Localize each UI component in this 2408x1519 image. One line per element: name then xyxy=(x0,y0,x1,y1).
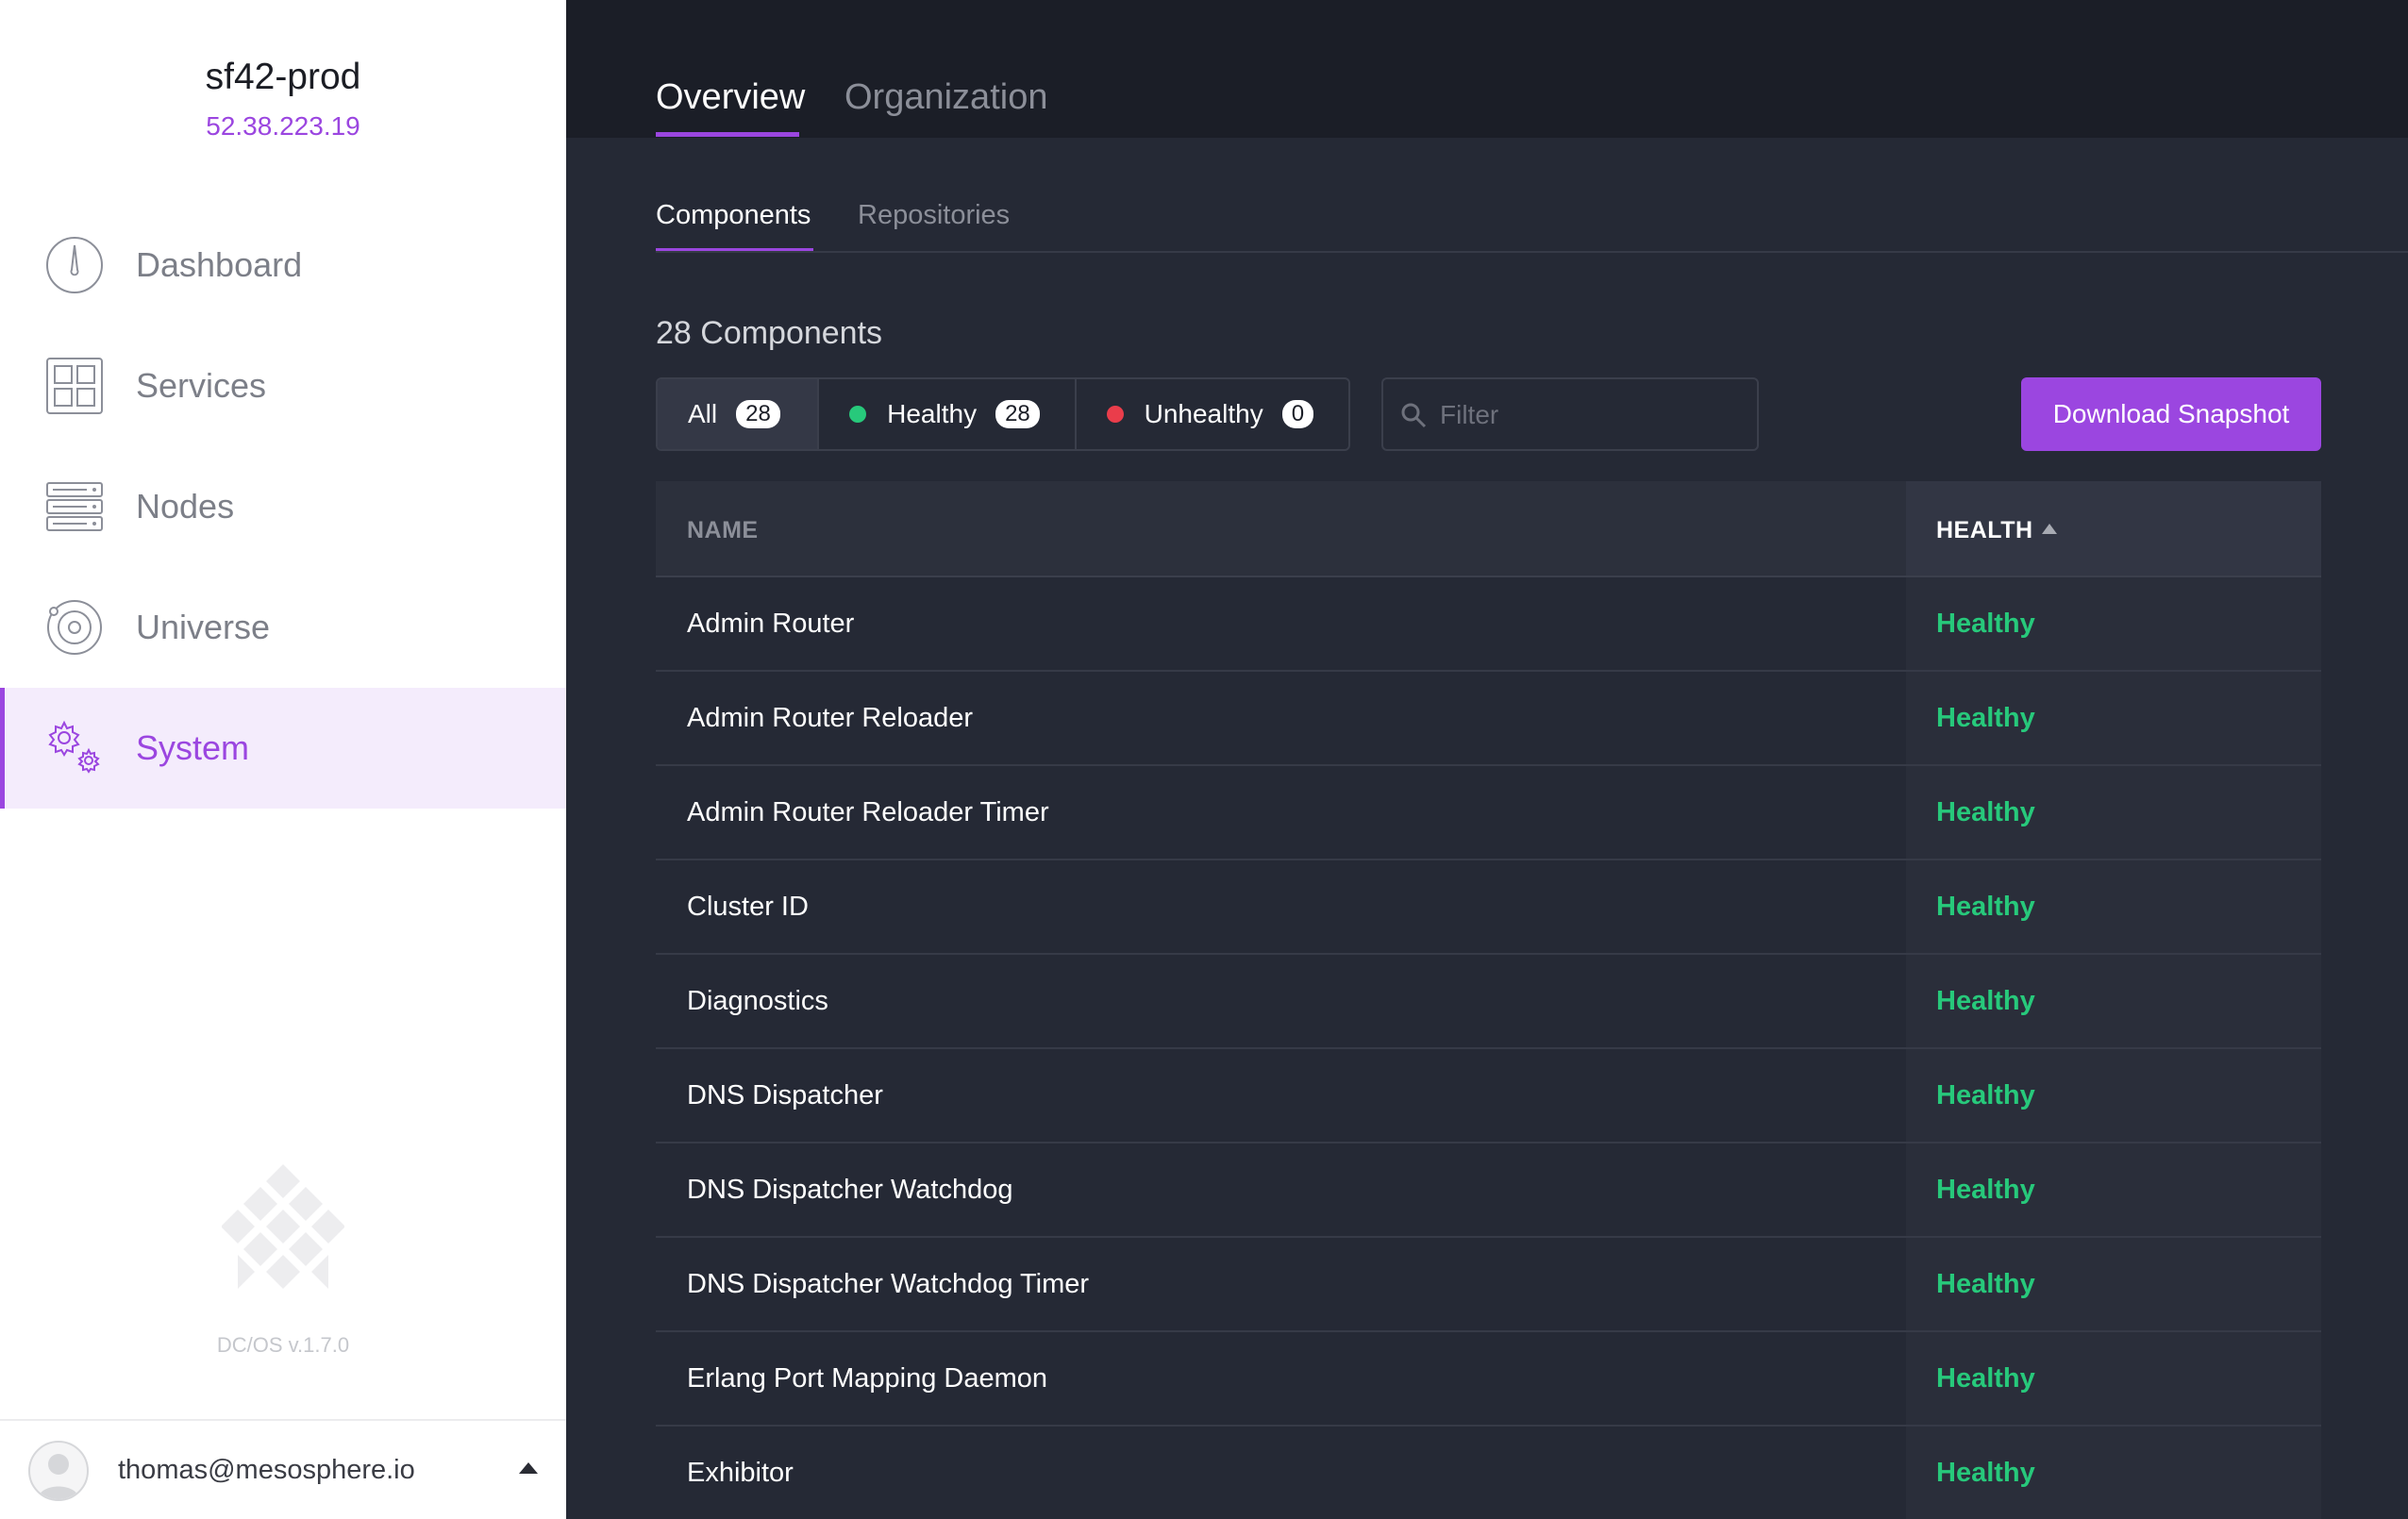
component-health: Healthy xyxy=(1936,1363,2035,1394)
download-snapshot-button[interactable]: Download Snapshot xyxy=(2021,377,2321,451)
avatar xyxy=(28,1441,89,1501)
components-count: 28 Components xyxy=(656,315,883,351)
component-health: Healthy xyxy=(1936,1080,2035,1110)
component-name[interactable]: DNS Dispatcher xyxy=(687,1080,883,1111)
sort-ascending-icon xyxy=(2042,524,2057,534)
component-name[interactable]: DNS Dispatcher Watchdog Timer xyxy=(687,1269,1089,1300)
table-row[interactable]: Admin Router Reloader Healthy xyxy=(656,672,2321,766)
table-header: NAME HEALTH xyxy=(656,481,2321,577)
universe-icon xyxy=(43,596,106,659)
sidebar-item-label: Services xyxy=(136,366,267,405)
sidebar-item-universe[interactable]: Universe xyxy=(0,567,566,688)
sidebar-item-label: Dashboard xyxy=(136,245,303,284)
table-row[interactable]: Admin Router Reloader Timer Healthy xyxy=(656,766,2321,860)
sidebar-item-label: System xyxy=(136,728,250,767)
user-menu[interactable]: thomas@mesosphere.io xyxy=(0,1419,566,1519)
sidebar-item-services[interactable]: Services xyxy=(0,326,566,446)
column-header-health[interactable]: HEALTH xyxy=(1936,517,2033,544)
component-name[interactable]: DNS Dispatcher Watchdog xyxy=(687,1175,1012,1206)
tab-overview[interactable]: Overview xyxy=(656,77,805,118)
table-row[interactable]: DNS Dispatcher Watchdog Timer Healthy xyxy=(656,1238,2321,1332)
healthy-dot-icon xyxy=(849,406,867,423)
system-icon xyxy=(43,717,106,779)
table-row[interactable]: Cluster ID Healthy xyxy=(656,860,2321,955)
sidebar-item-dashboard[interactable]: Dashboard xyxy=(0,205,566,326)
table-row[interactable]: DNS Dispatcher Watchdog Healthy xyxy=(656,1143,2321,1238)
services-icon xyxy=(43,355,106,417)
health-filter-group: All 28 Healthy 28 Unhealthy 0 xyxy=(656,377,1350,451)
nodes-icon xyxy=(43,476,106,538)
component-name[interactable]: Diagnostics xyxy=(687,986,828,1017)
component-health: Healthy xyxy=(1936,892,2035,922)
filter-healthy-label: Healthy xyxy=(887,399,978,428)
sidebar: sf42-prod 52.38.223.19 Dashboard Service… xyxy=(0,0,566,1519)
component-health: Healthy xyxy=(1936,1175,2035,1205)
table-row[interactable]: Erlang Port Mapping Daemon Healthy xyxy=(656,1332,2321,1427)
dcos-version: DC/OS v.1.7.0 xyxy=(216,1333,350,1357)
component-name[interactable]: Admin Router Reloader xyxy=(687,703,973,734)
user-email: thomas@mesosphere.io xyxy=(118,1455,415,1485)
table-row[interactable]: Admin Router Healthy xyxy=(656,577,2321,672)
dashboard-icon xyxy=(43,234,106,296)
sidebar-item-nodes[interactable]: Nodes xyxy=(0,446,566,567)
search-icon xyxy=(1400,402,1427,433)
filter-unhealthy-button[interactable]: Unhealthy 0 xyxy=(1077,379,1348,449)
component-name[interactable]: Exhibitor xyxy=(687,1458,794,1489)
subtab-divider xyxy=(656,251,2408,253)
cluster-name[interactable]: sf42-prod xyxy=(0,57,566,98)
components-table: NAME HEALTH Admin Router Healthy Admin R… xyxy=(656,481,2321,1519)
filter-unhealthy-count: 0 xyxy=(1281,400,1314,428)
filter-all-button[interactable]: All 28 xyxy=(658,379,820,449)
component-health: Healthy xyxy=(1936,703,2035,733)
filter-healthy-button[interactable]: Healthy 28 xyxy=(819,379,1077,449)
filter-all-count: 28 xyxy=(736,400,780,428)
header xyxy=(566,0,2408,138)
sidebar-item-label: Nodes xyxy=(136,487,235,526)
cluster-ip: 52.38.223.19 xyxy=(206,111,360,141)
tab-active-indicator xyxy=(656,132,799,137)
component-health: Healthy xyxy=(1936,797,2035,827)
tab-organization[interactable]: Organization xyxy=(844,77,1047,118)
caret-up-icon[interactable] xyxy=(519,1462,538,1474)
component-health: Healthy xyxy=(1936,609,2035,639)
filter-healthy-count: 28 xyxy=(995,400,1040,428)
component-name[interactable]: Erlang Port Mapping Daemon xyxy=(687,1363,1047,1394)
sidebar-item-system[interactable]: System xyxy=(0,688,566,809)
component-health: Healthy xyxy=(1936,1269,2035,1299)
unhealthy-dot-icon xyxy=(1106,406,1124,423)
filter-all-label: All xyxy=(688,399,718,428)
table-row[interactable]: DNS Dispatcher Healthy xyxy=(656,1049,2321,1143)
dcos-logo xyxy=(221,1162,345,1304)
filter-unhealthy-label: Unhealthy xyxy=(1144,399,1263,428)
table-row[interactable]: Diagnostics Healthy xyxy=(656,955,2321,1049)
component-name[interactable]: Cluster ID xyxy=(687,892,809,923)
table-row[interactable]: Exhibitor Healthy xyxy=(656,1427,2321,1519)
tab-repositories[interactable]: Repositories xyxy=(858,200,1010,231)
tab-components[interactable]: Components xyxy=(656,200,811,231)
column-header-name[interactable]: NAME xyxy=(687,517,759,544)
sidebar-item-label: Universe xyxy=(136,608,271,646)
component-name[interactable]: Admin Router xyxy=(687,609,854,640)
component-health: Healthy xyxy=(1936,1458,2035,1488)
component-name[interactable]: Admin Router Reloader Timer xyxy=(687,797,1049,828)
filter-search-box[interactable] xyxy=(1381,377,1759,451)
component-health: Healthy xyxy=(1936,986,2035,1016)
search-input[interactable] xyxy=(1440,396,1742,434)
